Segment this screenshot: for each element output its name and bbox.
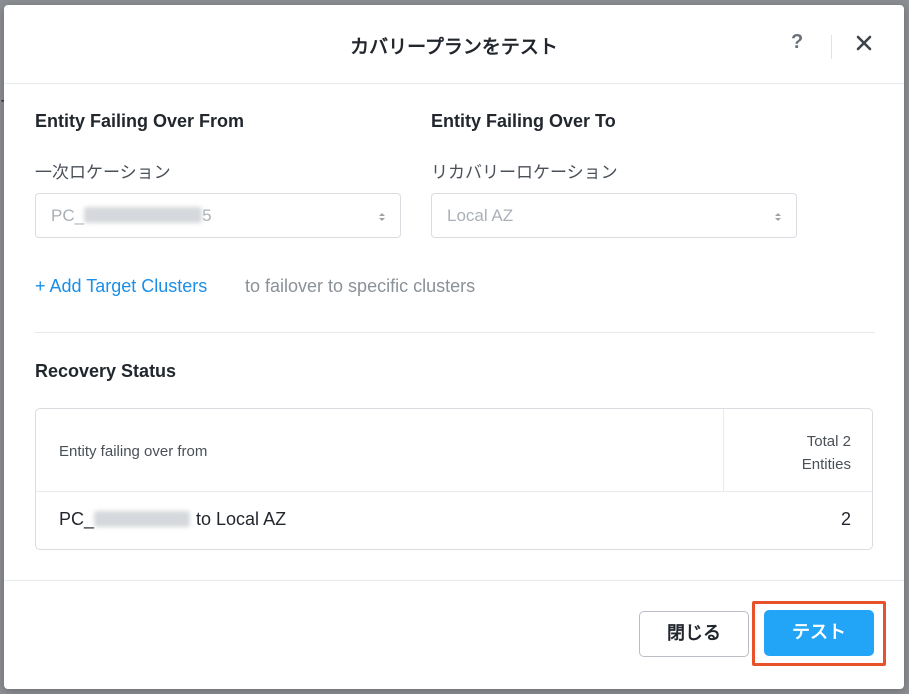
recovery-status-table: Entity failing over from Total 2 Entitie… — [35, 408, 873, 550]
row-count: 2 — [840, 509, 851, 529]
redacted-ip — [94, 511, 191, 527]
column-header-entity: Entity failing over from — [59, 443, 208, 460]
column-header-total: Total 2 Entities — [801, 433, 851, 473]
test-recovery-plan-dialog: カバリープランをテスト ? Entity Failing Over From 一… — [4, 5, 904, 689]
section-divider — [35, 332, 875, 333]
recovery-status-heading: Recovery Status — [35, 361, 177, 381]
column-separator — [723, 409, 724, 491]
recovery-location-select[interactable]: Local AZ — [431, 193, 797, 238]
table-row: PC_ to Local AZ 2 — [36, 492, 872, 549]
close-button[interactable]: 閉じる — [639, 611, 749, 657]
add-target-clusters-link[interactable]: + Add Target Clusters — [35, 276, 207, 297]
primary-location-label: 一次ロケーション — [35, 163, 171, 183]
add-target-note: to failover to specific clusters — [245, 276, 476, 296]
header-separator — [831, 35, 832, 59]
primary-location-select[interactable]: PC_ 5 — [35, 193, 401, 238]
recovery-location-value: Local AZ — [447, 206, 514, 225]
primary-location-value: PC_ 5 — [51, 206, 212, 225]
row-entity: PC_ to Local AZ — [59, 509, 287, 529]
dialog-header: カバリープランをテスト ? — [4, 5, 904, 84]
help-button[interactable]: ? — [791, 31, 803, 54]
footer-divider — [4, 580, 904, 581]
select-caret-icon — [775, 213, 781, 221]
to-heading: Entity Failing Over To — [431, 111, 616, 131]
table-header: Entity failing over from Total 2 Entitie… — [36, 409, 872, 492]
test-button[interactable]: テスト — [764, 610, 874, 656]
select-caret-icon — [379, 213, 385, 221]
dialog-title: カバリープランをテスト — [350, 36, 558, 58]
from-heading: Entity Failing Over From — [35, 111, 245, 131]
redacted-ip — [84, 207, 203, 223]
recovery-location-label: リカバリーロケーション — [431, 163, 618, 183]
close-icon[interactable] — [854, 33, 874, 53]
